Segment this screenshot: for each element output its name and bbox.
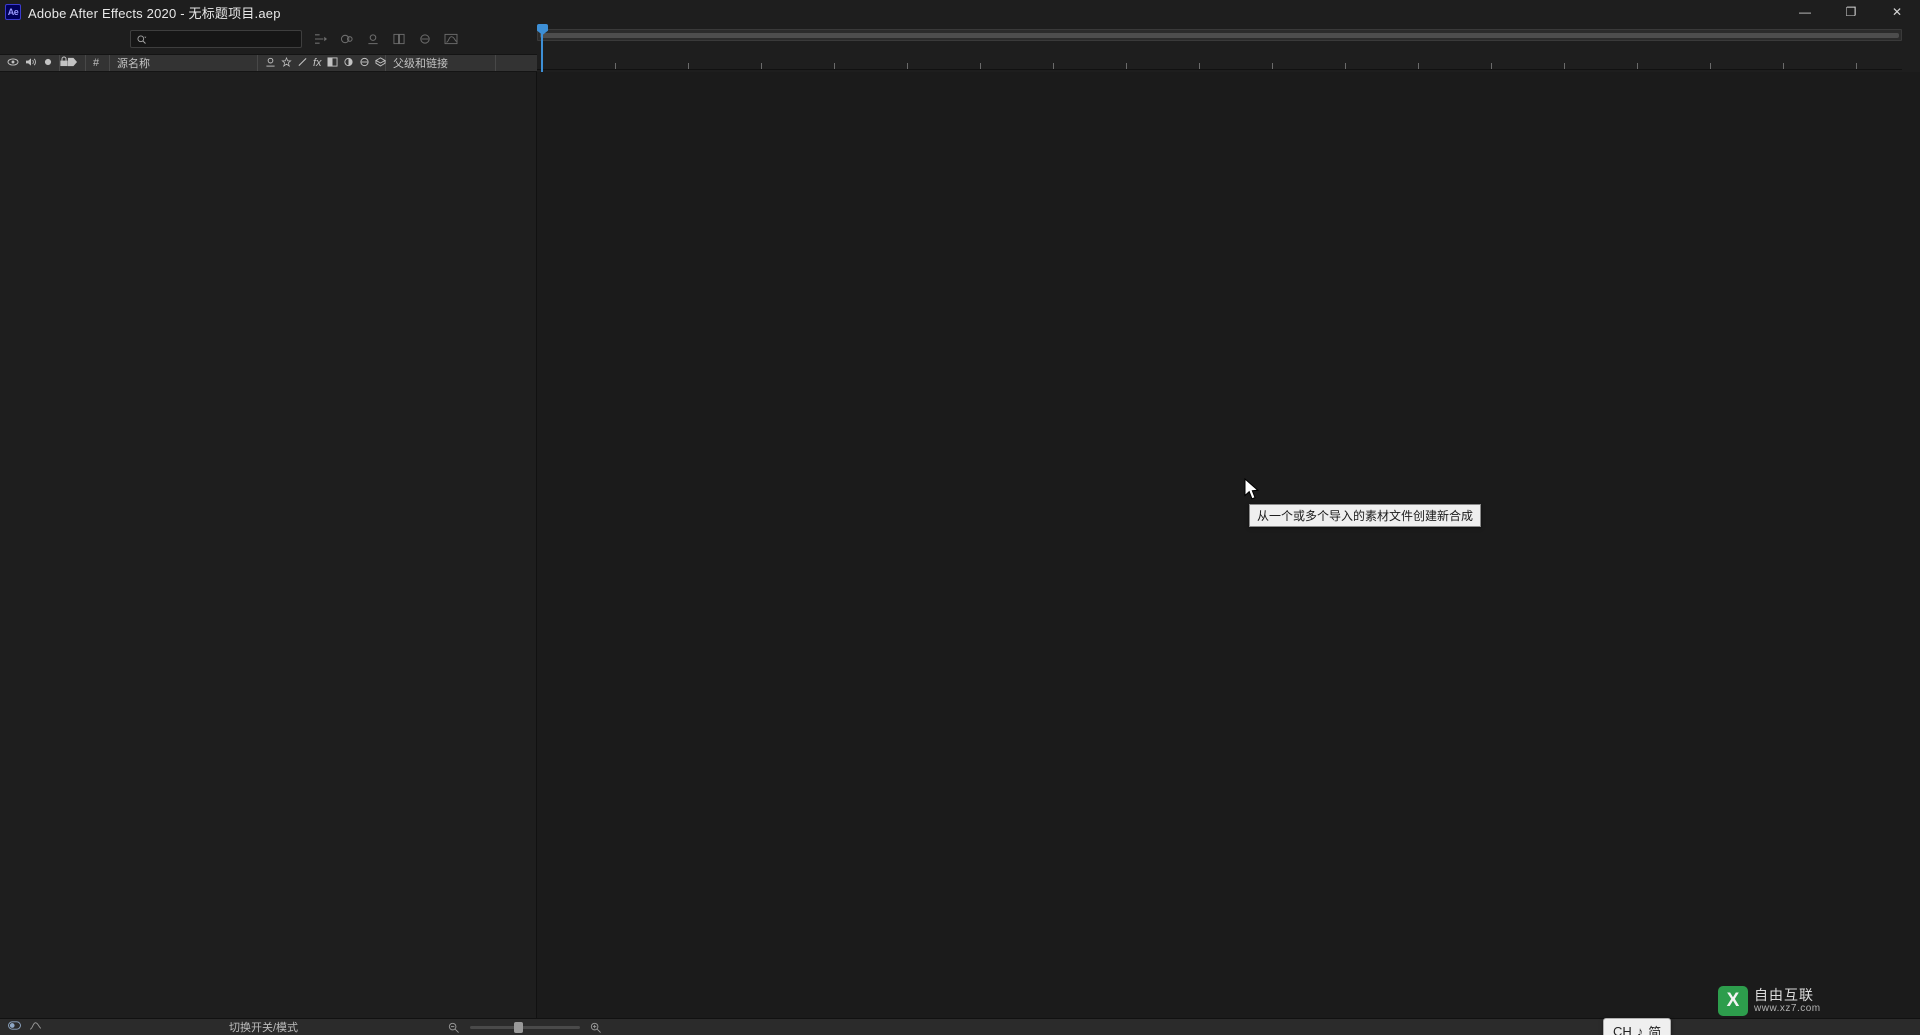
quality-icon[interactable] (297, 57, 308, 70)
graph-editor-icon[interactable] (444, 33, 458, 45)
after-effects-window: Ae Adobe After Effects 2020 - 无标题项目.aep … (0, 0, 1920, 1035)
index-column-label: # (93, 57, 100, 69)
search-icon (137, 34, 147, 44)
ime-mode-icon: ♪ (1636, 1024, 1644, 1035)
parent-and-link-column[interactable]: 父级和链接 (386, 55, 496, 71)
timeline-layer-list[interactable] (0, 72, 537, 1018)
hide-shy-layers-icon[interactable] (366, 33, 380, 45)
time-navigator-range[interactable] (540, 33, 1899, 38)
timeline-ruler-area (537, 24, 1920, 72)
watermark: X 自由互联 www.xz7.com (1718, 986, 1821, 1016)
effects-fx-icon[interactable]: fx (313, 57, 322, 69)
switches-modes-label[interactable]: 切换开关/模式 (229, 1019, 298, 1035)
tooltip-text: 从一个或多个导入的素材文件创建新合成 (1257, 509, 1474, 523)
motion-blur-icon[interactable] (343, 57, 354, 70)
composition-mini-flowchart-icon[interactable] (314, 33, 328, 45)
time-navigator-bar[interactable] (537, 29, 1902, 41)
watermark-logo-icon: X (1718, 986, 1748, 1016)
playhead[interactable] (541, 24, 543, 72)
ime-indicator[interactable]: CH ♪ 简 (1603, 1018, 1672, 1035)
timeline-search-input[interactable] (130, 30, 302, 48)
source-name-column-label: 源名称 (117, 58, 150, 70)
audio-mute-icon[interactable] (25, 57, 37, 70)
watermark-line-2: www.xz7.com (1754, 1003, 1821, 1015)
label-column[interactable] (60, 55, 86, 71)
ime-language: CH (1613, 1024, 1632, 1035)
collapse-transformations-icon[interactable] (281, 56, 292, 70)
timeline-graph-area[interactable] (537, 72, 1920, 1018)
zoom-slider[interactable] (448, 1021, 602, 1033)
close-button[interactable]: ✕ (1874, 0, 1920, 24)
app-logo-icon: Ae (5, 4, 21, 20)
draft-3d-icon[interactable] (340, 33, 354, 45)
graph-editor-toggle-icon[interactable] (29, 1020, 42, 1034)
tooltip: 从一个或多个导入的素材文件创建新合成 (1249, 504, 1482, 527)
3d-layer-icon[interactable] (374, 56, 386, 70)
zoom-slider-knob[interactable] (514, 1021, 523, 1033)
watermark-line-1: 自由互联 (1754, 987, 1814, 1004)
zoom-in-icon (590, 1022, 601, 1033)
layer-switches-group (0, 55, 68, 71)
enable-frame-blending-icon[interactable] (392, 33, 406, 45)
zoom-out-icon (448, 1022, 459, 1033)
adjustment-layer-icon[interactable] (359, 57, 370, 70)
toggle-switches-modes-icon[interactable] (8, 1020, 21, 1034)
ime-mode: 简 (1648, 1025, 1662, 1035)
title-bar: Ae Adobe After Effects 2020 - 无标题项目.aep … (0, 0, 1920, 24)
window-controls: — ❐ ✕ (1782, 0, 1920, 24)
enable-motion-blur-icon[interactable] (418, 33, 432, 45)
video-visibility-icon[interactable] (7, 57, 19, 70)
time-ruler[interactable] (537, 46, 1902, 70)
parent-and-link-label: 父级和链接 (393, 58, 448, 70)
maximize-button[interactable]: ❐ (1828, 0, 1874, 24)
solo-icon[interactable] (43, 57, 53, 70)
layer-switches-column: fx (258, 55, 386, 71)
index-column[interactable]: # (86, 55, 110, 71)
tag-icon[interactable] (67, 57, 78, 70)
timeline-panel: × （无） ≡ (0, 0, 1920, 1035)
minimize-button[interactable]: — (1782, 0, 1828, 24)
timeline-column-headers: # 源名称 fx 父级和链接 (0, 54, 537, 72)
window-title: Adobe After Effects 2020 - 无标题项目.aep (28, 5, 281, 21)
source-name-column[interactable]: 源名称 (110, 55, 258, 71)
timeline-toolbar (0, 24, 537, 54)
zoom-slider-track[interactable] (470, 1021, 580, 1033)
frame-blending-icon[interactable] (327, 56, 338, 70)
shy-icon[interactable] (265, 57, 276, 70)
watermark-text: 自由互联 www.xz7.com (1754, 987, 1821, 1015)
